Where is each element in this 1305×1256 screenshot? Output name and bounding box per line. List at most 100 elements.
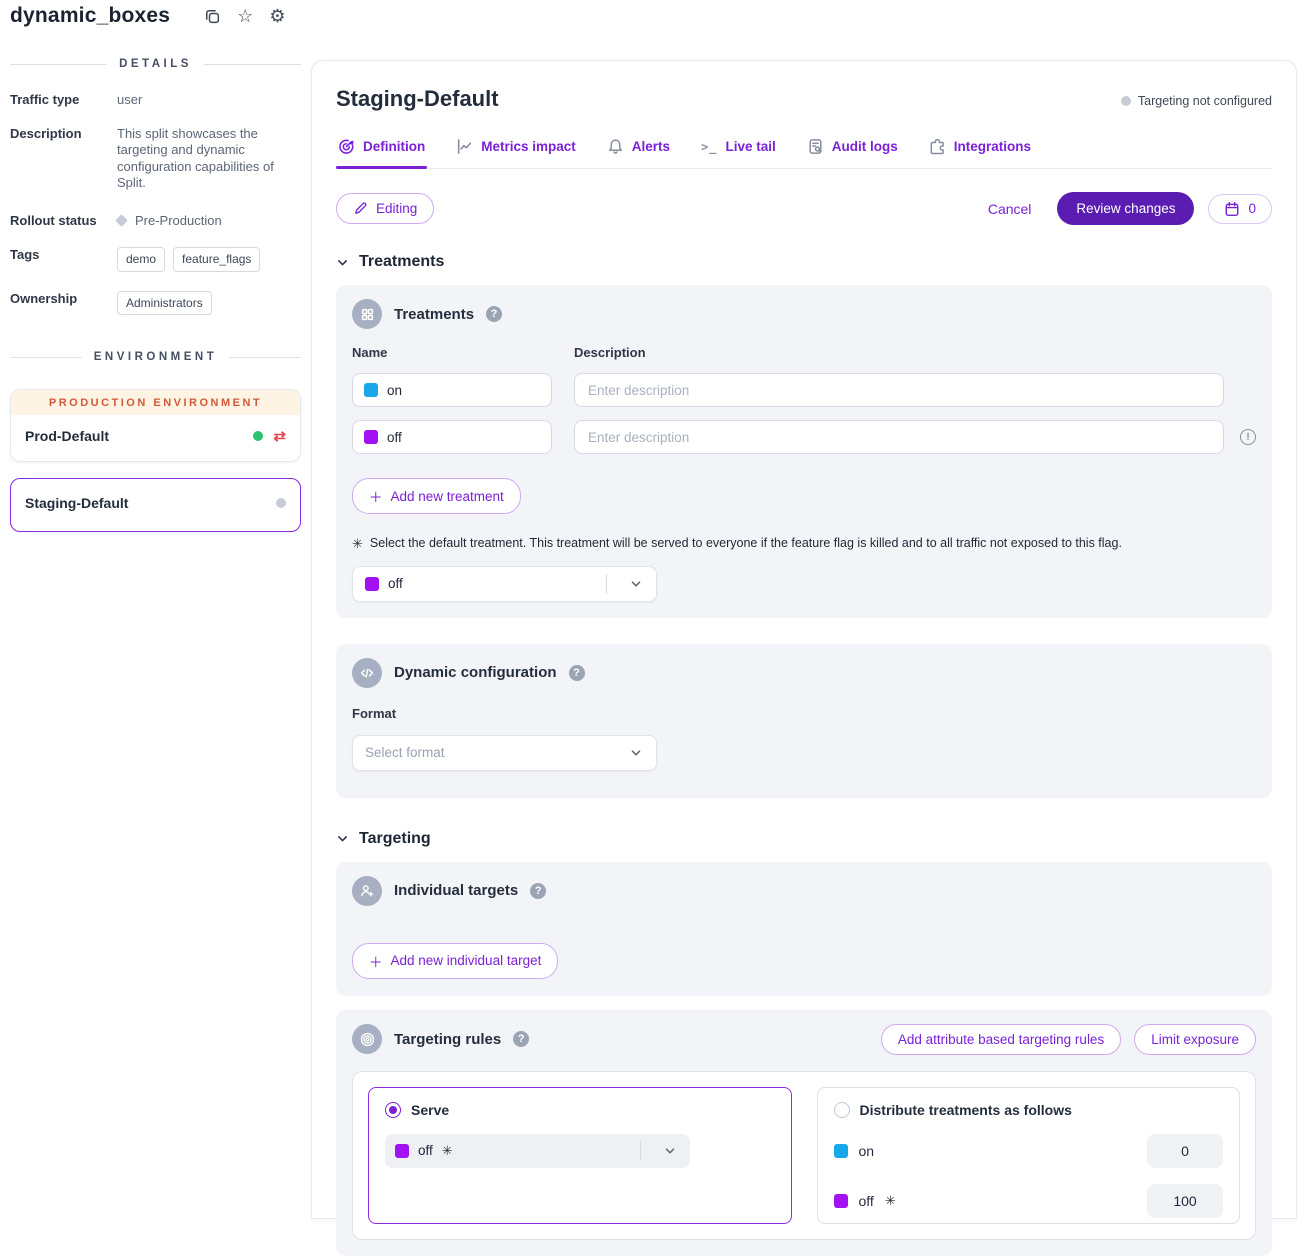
distribution-treatment-name: on [859,1143,875,1159]
description-label: Description [10,126,117,192]
help-icon[interactable]: ? [513,1031,529,1047]
treatment-color-chip [834,1194,848,1208]
help-icon[interactable]: ? [530,883,546,899]
scheduled-changes-button[interactable]: 0 [1208,194,1272,224]
serve-option-box[interactable]: Serve off ✳ [368,1087,792,1224]
scheduled-count: 0 [1248,201,1256,216]
distribution-row: off ✳ [834,1184,1224,1218]
targeting-rules-title: Targeting rules [394,1031,501,1048]
default-treatment-marker-icon: ✳ [352,536,363,552]
add-new-treatment-button[interactable]: ＋ Add new treatment [352,478,521,514]
distribution-percent-input[interactable] [1147,1184,1223,1218]
production-environment-label: PRODUCTION ENVIRONMENT [11,390,300,415]
dynamic-configuration-title: Dynamic configuration [394,664,557,681]
targeting-section-header[interactable]: Targeting [336,830,1272,848]
format-select[interactable]: Select format [352,735,657,771]
star-icon[interactable]: ☆ [237,7,253,25]
rollout-status-value: Pre-Production [117,213,301,230]
add-user-icon [352,876,382,906]
tab-integrations[interactable]: Integrations [927,130,1033,168]
treatment-description-input[interactable] [574,420,1224,454]
tab-definition[interactable]: Definition [336,130,427,168]
chevron-down-icon [336,256,349,269]
environment-heading: ENVIRONMENT [10,351,301,363]
dynamic-configuration-panel: Dynamic configuration ? Format Select fo… [336,644,1272,798]
calendar-icon [1224,201,1240,217]
status-dot-icon [1121,96,1131,106]
tab-live-tail[interactable]: >_ Live tail [699,130,778,168]
tag-chip[interactable]: demo [117,247,165,272]
help-icon[interactable]: ? [569,665,585,681]
targeting-status-badge: Targeting not configured [1121,94,1272,108]
default-treatment-marker-icon: ✳ [442,1143,453,1159]
add-new-individual-target-button[interactable]: ＋ Add new individual target [352,943,558,979]
tab-bar: Definition Metrics impact Alerts >_ Live… [336,130,1272,169]
tab-alerts[interactable]: Alerts [605,130,672,168]
treatment-color-chip [364,430,378,444]
default-treatment-select[interactable]: off [352,566,657,602]
bell-icon [607,138,624,155]
default-treatment-note: ✳ Select the default treatment. This tre… [352,536,1256,552]
treatment-color-chip [395,1144,409,1158]
distribution-treatment-name: off [859,1193,874,1209]
format-label: Format [352,706,1256,721]
treatment-name-input[interactable]: off [352,420,552,454]
terminal-icon: >_ [701,140,717,154]
traffic-type-label: Traffic type [10,92,117,109]
plus-icon: ＋ [369,951,383,971]
rollout-status-label: Rollout status [10,213,117,230]
individual-targets-title: Individual targets [394,882,518,899]
environment-card-staging[interactable]: Staging-Default [10,478,301,532]
tags-row: Tags demo feature_flags [0,247,311,272]
review-changes-button[interactable]: Review changes [1057,192,1194,225]
treatment-row: off ! [352,420,1256,454]
swap-arrows-icon: ⇄ [273,429,286,444]
editing-button[interactable]: Editing [336,193,434,224]
treatments-grid-icon [352,299,382,329]
treatments-panel: Treatments ? Name Description on off ! ＋ [336,285,1272,618]
puzzle-icon [929,138,946,155]
flag-title: dynamic_boxes [10,4,170,28]
info-icon[interactable]: ! [1240,429,1256,445]
distribution-row: on [834,1134,1224,1168]
plus-icon: ＋ [369,486,383,506]
distribute-radio[interactable] [834,1102,850,1118]
gear-icon[interactable]: ⚙ [269,7,285,25]
ownership-row: Ownership Administrators [0,291,311,316]
treatment-name-input[interactable]: on [352,373,552,407]
treatment-color-chip [834,1144,848,1158]
serve-radio[interactable] [385,1102,401,1118]
treatment-row: on [352,373,1256,407]
add-attribute-rules-button[interactable]: Add attribute based targeting rules [881,1024,1121,1055]
copy-icon[interactable] [204,8,221,25]
serve-label: Serve [411,1102,449,1118]
treatments-section-header[interactable]: Treatments [336,253,1272,271]
distribution-percent-input[interactable] [1147,1134,1223,1168]
environment-card-prod[interactable]: PRODUCTION ENVIRONMENT Prod-Default ⇄ [10,389,301,462]
individual-targets-panel: Individual targets ? ＋ Add new individua… [336,862,1272,996]
limit-exposure-button[interactable]: Limit exposure [1134,1024,1256,1055]
tag-chip[interactable]: feature_flags [173,247,260,272]
chevron-down-icon [336,832,349,845]
serve-treatment-select[interactable]: off ✳ [385,1134,690,1168]
edit-toolbar: Editing Cancel Review changes 0 [336,192,1272,225]
status-dot-inactive [276,498,286,508]
treatment-color-chip [365,577,379,591]
environment-name: Staging-Default [25,495,128,511]
cancel-button[interactable]: Cancel [988,201,1032,217]
code-icon [352,658,382,688]
help-icon[interactable]: ? [486,306,502,322]
treatment-color-chip [364,383,378,397]
metrics-chart-icon [456,138,473,155]
distribute-option-box[interactable]: Distribute treatments as follows on off … [817,1087,1241,1224]
ownership-chip[interactable]: Administrators [117,291,212,316]
chevron-down-icon [616,577,656,591]
tab-audit-logs[interactable]: Audit logs [805,130,900,168]
ownership-label: Ownership [10,291,117,316]
treatments-card-title: Treatments [394,306,474,323]
tab-metrics-impact[interactable]: Metrics impact [454,130,578,168]
pencil-icon [353,201,368,216]
details-heading: DETAILS [10,58,301,70]
treatment-description-input[interactable] [574,373,1224,407]
targeting-rule-row: Serve off ✳ Distribute treatments as fol [352,1071,1256,1240]
